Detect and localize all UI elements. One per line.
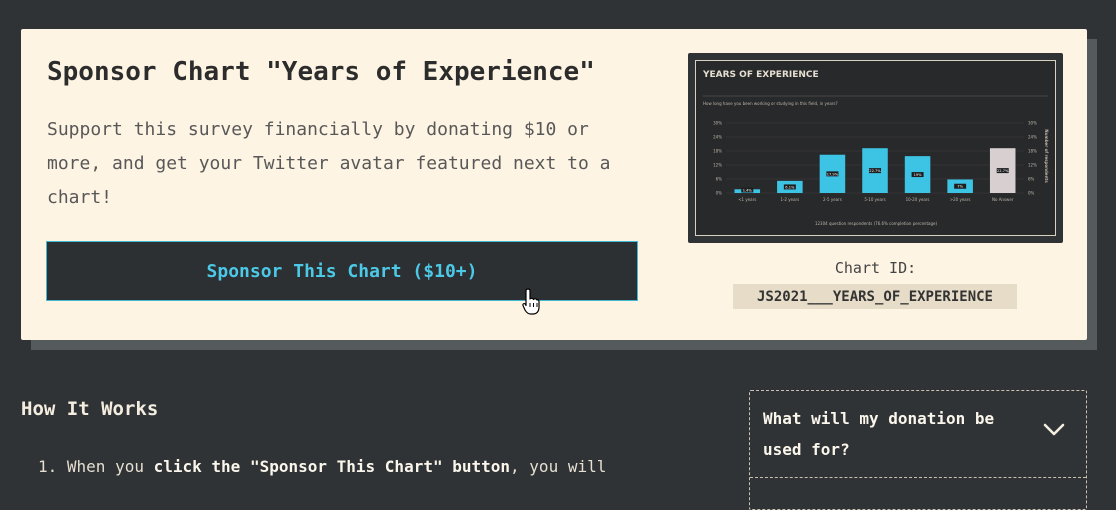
thumb-x-tick: 2-5 years [823,197,842,202]
how-it-works-steps: 1. When you click the "Sponsor This Char… [38,457,606,476]
thumb-data-label: 19% [914,173,923,177]
chart-id-label: Chart ID: [834,259,917,277]
step-item: 1. When you click the "Sponsor This Char… [38,457,607,476]
thumb-x-tick: >20 years [950,197,971,202]
thumb-data-label: 7% [957,185,963,189]
sponsor-description: Support this survey financially by donat… [47,119,611,208]
thumb-data-label: 22.7% [997,169,1009,173]
sponsor-title: Sponsor Chart "Years of Experience" [47,57,595,87]
thumb-data-label: 6.1% [785,185,795,189]
thumb-y-tick-left: 18% [713,149,722,154]
thumb-y-tick-right: 18% [1028,149,1037,154]
thumb-y-tick-left: 0% [716,191,723,196]
thumb-y-tick-right: 6% [1028,177,1035,182]
thumb-x-tick: No Answer [992,197,1014,202]
thumb-y-tick-right: 0% [1028,191,1035,196]
thumb-x-tick: 5-10 years [864,197,885,202]
thumb-y-tick-left: 30% [713,121,722,126]
thumb-title: YEARS OF EXPERIENCE [702,70,819,80]
thumb-question: How long have you been working or studyi… [703,101,838,106]
hand-cursor-icon [522,288,540,315]
chart-thumbnail-svg: YEARS OF EXPERIENCE How long have you be… [702,70,1049,226]
thumb-y-tick-right: 30% [1028,121,1037,126]
step-number: 1. [38,457,58,476]
sponsor-this-chart-button[interactable]: Sponsor This Chart ($10+) [46,241,638,301]
thumb-y-tick-left: 6% [716,177,723,182]
faq-divider [750,477,1086,478]
chart-thumbnail: YEARS OF EXPERIENCE How long have you be… [688,53,1063,243]
thumb-data-label: 1.4% [743,188,753,192]
thumb-right-axis-label: Number of respondents [1044,129,1049,183]
chart-id-code: JS2021___YEARS_OF_EXPERIENCE [733,284,1017,309]
thumb-x-tick: <1 years [738,197,756,202]
step-bold-text: click the "Sponsor This Chart" button [153,457,511,476]
thumb-y-tick-right: 24% [1028,135,1037,140]
faq-accordion[interactable]: What will my donation be used for? [749,390,1087,510]
how-it-works-heading: How It Works [21,398,159,420]
thumb-y-tick-right: 12% [1028,163,1037,168]
thumb-y-tick-left: 24% [713,135,722,140]
chevron-down-icon[interactable] [1043,423,1065,437]
thumb-y-tick-left: 12% [713,163,722,168]
thumb-data-label: 17.9% [827,172,839,176]
thumb-footnote: 12304 question respondents (76.6% comple… [815,221,938,226]
faq-question[interactable]: What will my donation be used for? [763,403,1033,465]
thumb-data-label: 22.7% [869,169,881,173]
thumb-x-tick: 10-20 years [906,197,930,202]
sponsor-card: Sponsor Chart "Years of Experience" Supp… [21,29,1087,340]
thumb-x-tick: 1-2 years [780,197,799,202]
